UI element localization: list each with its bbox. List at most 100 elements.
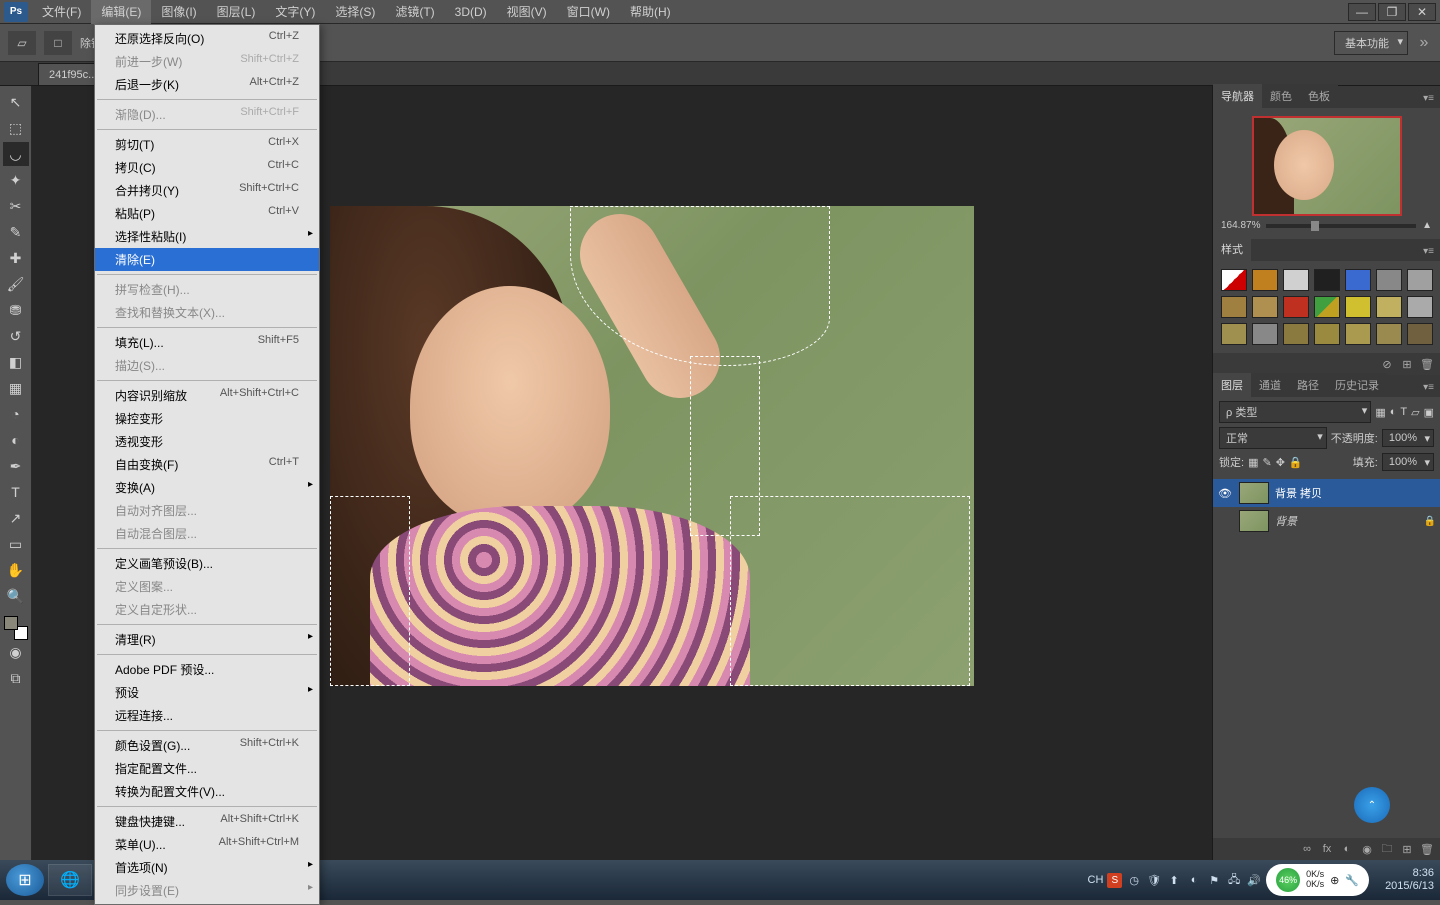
layer-mask-icon[interactable]: ◐ <box>1340 842 1354 856</box>
tab-swatches[interactable]: 色板 <box>1300 84 1338 108</box>
lock-pixels-icon[interactable]: ▦ <box>1248 456 1258 469</box>
menu-item[interactable]: 定义画笔预设(B)... <box>95 552 319 575</box>
tool-preset-icon[interactable]: ▱ <box>8 31 36 55</box>
menu-item[interactable]: 转换为配置文件(V)... <box>95 780 319 803</box>
type-tool-icon[interactable]: T <box>3 480 29 504</box>
menu-item[interactable]: 粘贴(P)Ctrl+V <box>95 202 319 225</box>
maximize-button[interactable]: ❐ <box>1378 3 1406 21</box>
tray-icon[interactable]: ⚑ <box>1206 872 1222 888</box>
layer-row[interactable]: 👁 背景 拷贝 <box>1213 479 1440 507</box>
marquee-tool-icon[interactable]: ⬚ <box>3 116 29 140</box>
dodge-tool-icon[interactable]: ◐ <box>3 428 29 452</box>
menu-file[interactable]: 文件(F) <box>32 0 91 24</box>
pill-add-icon[interactable]: ⊕ <box>1330 874 1339 887</box>
minimize-button[interactable]: — <box>1348 3 1376 21</box>
gradient-tool-icon[interactable]: ▦ <box>3 376 29 400</box>
style-swatch[interactable] <box>1314 296 1340 318</box>
shape-tool-icon[interactable]: ▭ <box>3 532 29 556</box>
filter-type-icon[interactable]: T <box>1400 406 1407 418</box>
menu-item[interactable]: 首选项(N) <box>95 856 319 879</box>
tab-channels[interactable]: 通道 <box>1251 373 1289 397</box>
filter-smart-icon[interactable]: ▣ <box>1424 406 1434 419</box>
menu-item[interactable]: 操控变形 <box>95 407 319 430</box>
style-swatch[interactable] <box>1283 323 1309 345</box>
lasso-tool-icon[interactable]: ◡ <box>3 142 29 166</box>
menu-filter[interactable]: 滤镜(T) <box>385 0 444 24</box>
zoom-tool-icon[interactable]: 🔍 <box>3 584 29 608</box>
style-swatch[interactable] <box>1283 269 1309 291</box>
style-swatch[interactable] <box>1314 323 1340 345</box>
panel-toggle-icon[interactable]: » <box>1416 34 1432 52</box>
menu-help[interactable]: 帮助(H) <box>620 0 681 24</box>
workspace-dropdown[interactable]: 基本功能 <box>1334 31 1408 55</box>
style-swatch[interactable] <box>1376 323 1402 345</box>
style-swatch[interactable] <box>1407 323 1433 345</box>
lock-pos-icon[interactable]: ✥ <box>1276 456 1285 469</box>
blur-tool-icon[interactable]: ◔ <box>3 402 29 426</box>
menu-edit[interactable]: 编辑(E) <box>91 0 151 24</box>
menu-item[interactable]: 填充(L)...Shift+F5 <box>95 331 319 354</box>
network-speed-pill[interactable]: 46% 0K/s 0K/s ⊕ 🔧 <box>1266 864 1369 896</box>
layer-thumbnail[interactable] <box>1239 510 1269 532</box>
link-layers-icon[interactable]: ∞ <box>1300 842 1314 856</box>
menu-image[interactable]: 图像(I) <box>151 0 206 24</box>
path-tool-icon[interactable]: ↗ <box>3 506 29 530</box>
style-swatch[interactable] <box>1252 323 1278 345</box>
start-button[interactable]: ⊞ <box>6 864 44 896</box>
healing-tool-icon[interactable]: ✚ <box>3 246 29 270</box>
menu-type[interactable]: 文字(Y) <box>265 0 325 24</box>
move-tool-icon[interactable]: ↖ <box>3 90 29 114</box>
menu-item[interactable]: 键盘快捷键...Alt+Shift+Ctrl+K <box>95 810 319 833</box>
pill-tool-icon[interactable]: 🔧 <box>1345 874 1359 887</box>
tab-history[interactable]: 历史记录 <box>1327 373 1387 397</box>
delete-style-icon[interactable]: 🗑 <box>1420 357 1434 371</box>
style-swatch[interactable] <box>1283 296 1309 318</box>
layer-name[interactable]: 背景 <box>1275 513 1297 529</box>
tray-network-icon[interactable]: 🖧 <box>1226 872 1242 888</box>
tray-shield-icon[interactable]: 🛡 <box>1146 872 1162 888</box>
menu-item[interactable]: 远程连接... <box>95 704 319 727</box>
filter-img-icon[interactable]: ▦ <box>1375 406 1385 419</box>
clear-style-icon[interactable]: ⊘ <box>1380 357 1394 371</box>
menu-item[interactable]: 还原选择反向(O)Ctrl+Z <box>95 27 319 50</box>
menu-layer[interactable]: 图层(L) <box>207 0 266 24</box>
stamp-tool-icon[interactable]: ⛃ <box>3 298 29 322</box>
style-swatch[interactable] <box>1314 269 1340 291</box>
style-swatch[interactable] <box>1252 296 1278 318</box>
style-swatch[interactable] <box>1221 296 1247 318</box>
menu-item[interactable]: 指定配置文件... <box>95 757 319 780</box>
eraser-tool-icon[interactable]: ◧ <box>3 350 29 374</box>
layer-style-icon[interactable]: fx <box>1320 842 1334 856</box>
menu-item[interactable]: 菜单(U)...Alt+Shift+Ctrl+M <box>95 833 319 856</box>
menu-item[interactable]: 内容识别缩放Alt+Shift+Ctrl+C <box>95 384 319 407</box>
layer-filter-dropdown[interactable]: ρ 类型 <box>1219 401 1371 423</box>
style-swatch[interactable] <box>1221 269 1247 291</box>
lock-brush-icon[interactable]: ✎ <box>1262 456 1271 469</box>
blend-mode-dropdown[interactable]: 正常 <box>1219 427 1327 449</box>
clock[interactable]: 8:36 2015/6/13 <box>1385 867 1434 893</box>
style-swatch[interactable] <box>1345 323 1371 345</box>
close-button[interactable]: ✕ <box>1408 3 1436 21</box>
style-swatch[interactable] <box>1376 296 1402 318</box>
pen-tool-icon[interactable]: ✒ <box>3 454 29 478</box>
opacity-input[interactable]: 100% <box>1382 429 1434 447</box>
tray-icon[interactable]: ◐ <box>1186 872 1202 888</box>
tab-layers[interactable]: 图层 <box>1213 373 1251 397</box>
ime-icon[interactable]: S <box>1107 873 1122 888</box>
tray-ch-icon[interactable]: CH <box>1087 872 1103 888</box>
filter-shape-icon[interactable]: ▱ <box>1411 406 1419 419</box>
menu-item[interactable]: 变换(A) <box>95 476 319 499</box>
quick-mask-icon[interactable]: ◉ <box>3 640 29 664</box>
layer-thumbnail[interactable] <box>1239 482 1269 504</box>
style-swatch[interactable] <box>1221 323 1247 345</box>
layer-name[interactable]: 背景 拷贝 <box>1275 485 1322 501</box>
crop-tool-icon[interactable]: ✂ <box>3 194 29 218</box>
menu-item[interactable]: 清除(E) <box>95 248 319 271</box>
zoom-in-icon[interactable]: ▲ <box>1422 220 1432 231</box>
lock-all-icon[interactable]: 🔒 <box>1289 456 1303 469</box>
menu-item[interactable]: 拷贝(C)Ctrl+C <box>95 156 319 179</box>
visibility-toggle-icon[interactable]: 👁 <box>1217 487 1233 500</box>
fill-input[interactable]: 100% <box>1382 453 1434 471</box>
style-swatch[interactable] <box>1407 269 1433 291</box>
group-icon[interactable]: 🗀 <box>1380 842 1394 856</box>
